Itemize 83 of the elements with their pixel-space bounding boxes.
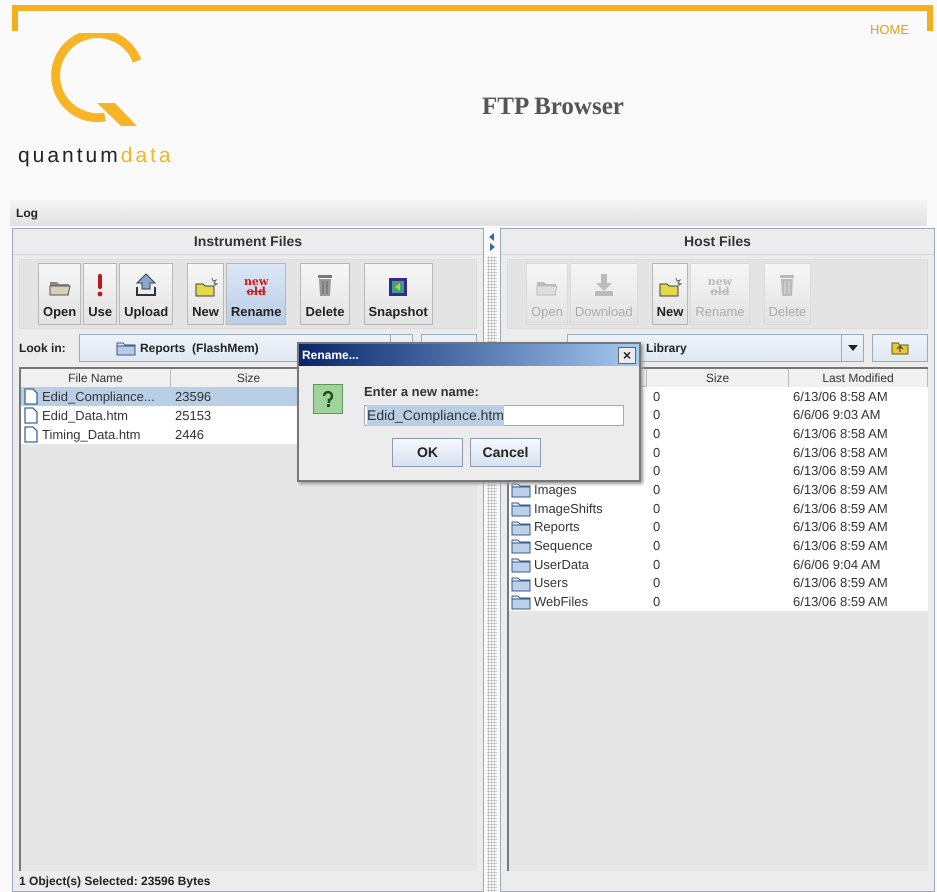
toolbar-button[interactable]: new old Rename bbox=[226, 263, 286, 325]
file-size: 25153 bbox=[174, 406, 212, 425]
modified-date: 6/13/06 8:59 AM bbox=[793, 575, 888, 590]
panel-title: Instrument Files bbox=[194, 232, 302, 251]
modified-date: 6/6/06 9:04 AM bbox=[793, 556, 880, 572]
file-size: 0 bbox=[653, 426, 660, 441]
toolbar-button[interactable]: Upload bbox=[119, 263, 174, 325]
panel-title: Host Files bbox=[684, 232, 751, 251]
modified-date: 6/6/06 9:03 AM bbox=[793, 407, 880, 422]
dialog-title: Rename... bbox=[302, 347, 359, 364]
folder-icon bbox=[511, 537, 531, 554]
picture-frame-icon bbox=[388, 276, 408, 296]
file-name: Edid_Compliance... bbox=[42, 388, 155, 406]
file-size: 0 bbox=[653, 407, 660, 422]
download-icon bbox=[592, 272, 615, 296]
file-size: 0 bbox=[653, 594, 660, 610]
folder-name: Images bbox=[534, 481, 577, 500]
modified-date: 6/13/06 8:59 AM bbox=[793, 500, 888, 516]
folder-name: WebFiles bbox=[534, 593, 588, 612]
folder-up-button[interactable] bbox=[872, 334, 928, 362]
trash-icon bbox=[316, 272, 334, 296]
toolbar-button[interactable]: Delete bbox=[300, 263, 350, 325]
rename-icon: new old bbox=[244, 276, 268, 296]
folder-icon bbox=[116, 340, 136, 356]
logo-text: quantum data bbox=[18, 143, 174, 169]
file-size: 2446 bbox=[174, 426, 204, 444]
modified-date: 6/13/06 8:58 AM bbox=[793, 444, 888, 460]
file-size: 0 bbox=[653, 500, 660, 516]
column-header[interactable]: Size bbox=[647, 369, 789, 387]
status-text: 1 Object(s) Selected: 23596 Bytes bbox=[19, 873, 210, 890]
file-name: Edid_Data.htm bbox=[42, 406, 128, 425]
file-size: 0 bbox=[653, 538, 660, 554]
file-size: 0 bbox=[653, 575, 660, 590]
look-in-label: Look in: bbox=[19, 340, 67, 357]
file-size: 0 bbox=[653, 482, 660, 498]
toolbar-button[interactable]: Snapshot bbox=[364, 263, 433, 325]
question-icon bbox=[313, 384, 343, 414]
toolbar-button[interactable]: New bbox=[652, 263, 688, 325]
trash-icon bbox=[778, 272, 796, 296]
modified-date: 6/13/06 8:59 AM bbox=[793, 594, 888, 610]
file-size: 23596 bbox=[174, 388, 212, 406]
dialog-button[interactable]: Cancel bbox=[470, 438, 541, 466]
file-size: 0 bbox=[653, 463, 660, 478]
modified-date: 6/13/06 8:58 AM bbox=[793, 426, 888, 441]
close-button[interactable]: × bbox=[618, 346, 636, 364]
file-size: 0 bbox=[653, 444, 660, 460]
collapse-arrows-icon bbox=[488, 232, 496, 252]
folder-icon bbox=[511, 556, 531, 574]
folder-name: UserData bbox=[534, 556, 589, 574]
file-name: Timing_Data.htm bbox=[42, 426, 140, 444]
folder-name: ImageShifts bbox=[534, 500, 603, 518]
folder-name: Users bbox=[534, 574, 568, 592]
log-label: Log bbox=[16, 205, 38, 222]
upload-icon bbox=[135, 272, 158, 296]
toolbar-button[interactable]: Open bbox=[38, 263, 82, 325]
toolbar-button[interactable]: New bbox=[187, 263, 224, 325]
modified-date: 6/13/06 8:59 AM bbox=[793, 538, 888, 554]
modified-date: 6/13/06 8:59 AM bbox=[793, 519, 888, 534]
new-folder-icon bbox=[194, 276, 218, 296]
dropdown-arrow-icon bbox=[848, 345, 858, 351]
column-header[interactable]: Last Modified bbox=[789, 369, 928, 387]
dialog-button[interactable]: OK bbox=[392, 438, 463, 466]
file-size: 0 bbox=[653, 556, 660, 572]
folder-icon bbox=[511, 518, 531, 536]
toolbar-button[interactable]: Use bbox=[83, 263, 118, 325]
new-folder-icon bbox=[658, 276, 682, 296]
folder-up-icon bbox=[891, 341, 909, 355]
page-title: FTP Browser bbox=[482, 92, 624, 122]
folder-icon bbox=[511, 593, 531, 610]
location-text: Library bbox=[646, 340, 687, 357]
modified-date: 6/13/06 8:59 AM bbox=[793, 463, 888, 478]
file-size: 0 bbox=[653, 519, 660, 534]
modified-date: 6/13/06 8:58 AM bbox=[793, 388, 888, 404]
folder-name: Reports bbox=[534, 518, 580, 536]
column-header[interactable]: File Name bbox=[21, 369, 171, 387]
folder-icon bbox=[511, 500, 531, 517]
location-text: Reports (FlashMem) bbox=[140, 340, 259, 357]
modified-date: 6/13/06 8:59 AM bbox=[793, 482, 888, 498]
exclamation-icon bbox=[95, 272, 106, 296]
file-size: 0 bbox=[653, 388, 660, 404]
name-input-field[interactable]: Edid_Compliance.htm bbox=[364, 404, 624, 426]
folder-icon bbox=[511, 574, 531, 592]
folder-name: Sequence bbox=[534, 537, 593, 556]
